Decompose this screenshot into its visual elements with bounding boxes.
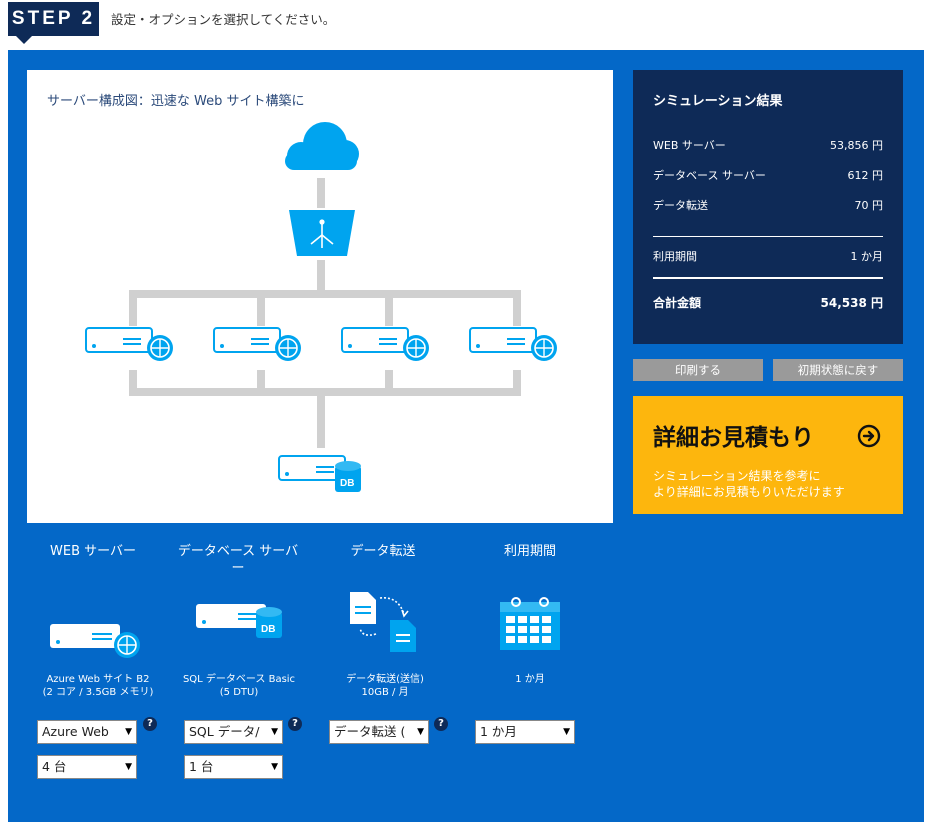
- cta-title: 詳細お見積もり: [653, 425, 814, 451]
- total-label: 合計金額: [653, 296, 702, 310]
- cloud-icon: [285, 122, 359, 170]
- web-server-icon: [85, 327, 173, 361]
- cta-description: シミュレーション結果を参考に より詳細にお見積もりいただけます: [653, 468, 845, 500]
- result-row-period: 利用期間 1 か月: [653, 248, 883, 264]
- step-instruction: 設定・オプションを選択してください。: [111, 12, 336, 27]
- db-label: DB: [261, 624, 275, 635]
- period-select[interactable]: 1 か月 ▼: [475, 720, 575, 744]
- result-label: データ転送: [653, 199, 708, 212]
- simulator-panel: サーバー構成図：迅速な Web サイト構築に DB シミュレーション結果 WEB…: [8, 50, 924, 822]
- database-server-icon: DB: [196, 604, 282, 638]
- step-label: STEP 2: [8, 2, 99, 44]
- web-server-caption: Azure Web サイト B2 (2 コア / 3.5GB メモリ): [28, 673, 168, 699]
- caption-line: Azure Web サイト B2: [46, 674, 150, 685]
- result-title: シミュレーション結果: [653, 94, 783, 109]
- result-label: WEB サーバー: [653, 139, 726, 152]
- caption-line: 10GB / 月: [361, 687, 409, 698]
- select-value: 4 台: [42, 759, 67, 774]
- chevron-down-icon: ▼: [271, 762, 278, 772]
- web-server-icon: [341, 327, 429, 361]
- web-server-icon: [469, 327, 557, 361]
- select-value: 1 か月: [480, 724, 517, 739]
- web-server-icon: [50, 624, 140, 658]
- transfer-heading: データ転送: [350, 544, 416, 559]
- calendar-icon: [500, 597, 560, 650]
- period-label: 利用期間: [653, 250, 697, 263]
- help-icon[interactable]: ?: [434, 717, 448, 731]
- web-server-icon: [213, 327, 301, 361]
- caption-line: データ転送(送信): [346, 674, 424, 685]
- result-row-web: WEB サーバー 53,856 円: [653, 137, 883, 153]
- db-plan-select[interactable]: SQL データ/ ▼: [184, 720, 283, 744]
- period-heading: 利用期間: [503, 544, 556, 559]
- result-row-total: 合計金額 54,538 円: [653, 294, 883, 311]
- result-value: 612 円: [847, 169, 884, 182]
- select-value: SQL データ/: [189, 724, 260, 739]
- help-icon[interactable]: ?: [288, 717, 302, 731]
- load-balancer-icon: [289, 210, 355, 256]
- select-value: データ転送 (: [334, 724, 406, 739]
- data-transfer-icon: [350, 592, 416, 652]
- transfer-caption: データ転送(送信) 10GB / 月: [330, 673, 440, 699]
- period-value: 1 か月: [850, 250, 884, 263]
- result-row-db: データベース サーバー 612 円: [653, 167, 883, 183]
- heading-line: ー: [231, 561, 245, 576]
- divider: [653, 277, 883, 279]
- db-label: DB: [340, 478, 354, 489]
- result-value: 70 円: [854, 199, 884, 212]
- caption-line: (2 コア / 3.5GB メモリ): [42, 687, 154, 698]
- cta-line: シミュレーション結果を参考に: [653, 469, 821, 483]
- total-value: 54,538 円: [820, 296, 884, 310]
- db-count-select[interactable]: 1 台 ▼: [184, 755, 283, 779]
- help-icon[interactable]: ?: [143, 717, 157, 731]
- result-value: 53,856 円: [830, 139, 883, 152]
- result-row-transfer: データ転送 70 円: [653, 197, 883, 213]
- web-server-heading: WEB サーバー: [50, 544, 136, 559]
- database-server-icon: DB: [278, 455, 361, 492]
- divider: [653, 236, 883, 237]
- heading-line: データベース サーバ: [177, 544, 299, 559]
- select-value: Azure Web: [42, 724, 109, 739]
- chevron-down-icon: ▼: [271, 727, 278, 737]
- caption-line: 1 か月: [515, 674, 545, 685]
- db-server-heading: データベース サーバ ー: [168, 543, 308, 577]
- period-caption: 1 か月: [470, 673, 590, 686]
- cta-line: より詳細にお見積もりいただけます: [653, 485, 845, 499]
- caption-line: (5 DTU): [219, 687, 259, 698]
- web-server-count-select[interactable]: 4 台 ▼: [37, 755, 137, 779]
- web-server-plan-select[interactable]: Azure Web ▼: [37, 720, 137, 744]
- arrow-circle-right-icon: [857, 424, 881, 448]
- select-value: 1 台: [189, 759, 214, 774]
- print-button[interactable]: 印刷する: [633, 359, 763, 381]
- reset-button[interactable]: 初期状態に戻す: [773, 359, 903, 381]
- transfer-select[interactable]: データ転送 ( ▼: [329, 720, 429, 744]
- simulation-result: シミュレーション結果 WEB サーバー 53,856 円 データベース サーバー…: [633, 70, 903, 344]
- diagram-graphic: DB: [85, 122, 557, 492]
- db-server-caption: SQL データベース Basic (5 DTU): [174, 673, 304, 699]
- detailed-estimate-button[interactable]: 詳細お見積もり シミュレーション結果を参考に より詳細にお見積もりいただけます: [633, 396, 903, 514]
- result-label: データベース サーバー: [653, 169, 766, 182]
- chevron-down-icon: ▼: [125, 762, 132, 772]
- caption-line: SQL データベース Basic: [182, 674, 296, 685]
- chevron-down-icon: ▼: [563, 727, 570, 737]
- chevron-down-icon: ▼: [125, 727, 132, 737]
- chevron-down-icon: ▼: [417, 727, 424, 737]
- server-diagram: サーバー構成図：迅速な Web サイト構築に DB: [27, 70, 613, 523]
